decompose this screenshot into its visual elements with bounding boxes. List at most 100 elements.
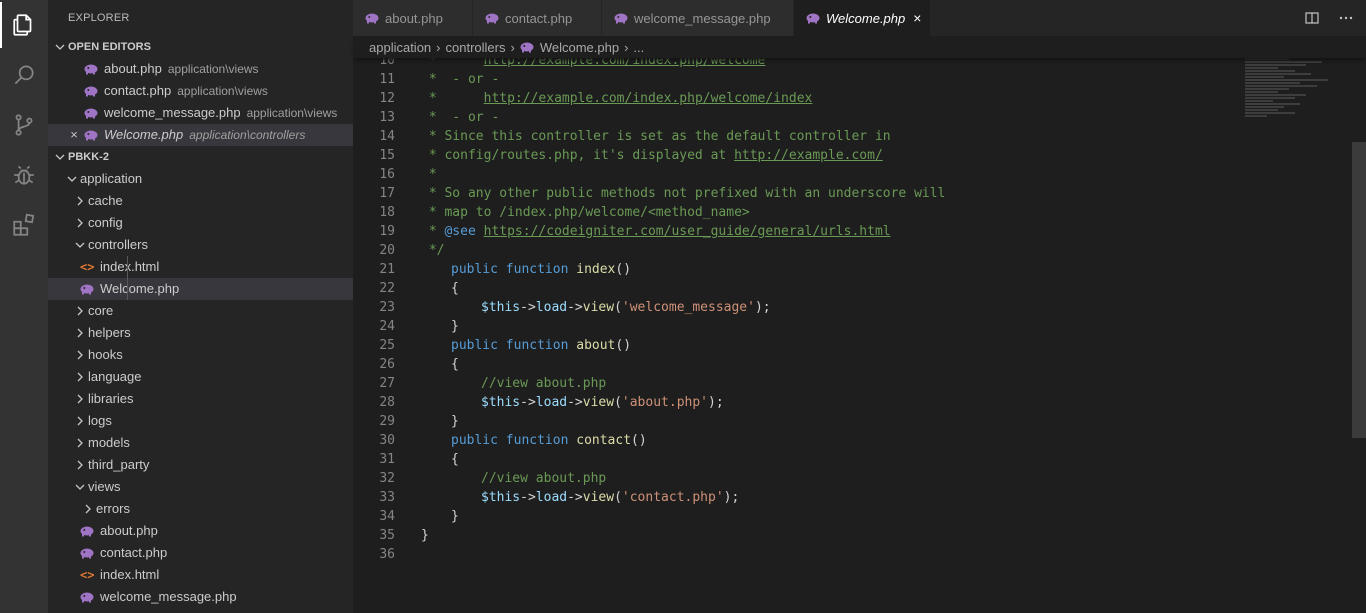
project-header[interactable]: PBKK-2	[48, 146, 353, 168]
code-lines[interactable]: 10 * http://example.com/index.php/welcom…	[353, 58, 1233, 564]
php-file-icon	[84, 64, 98, 75]
code-line: 30 public function contact()	[379, 433, 647, 448]
code-link: http://example.com/index.php/welcome	[483, 58, 766, 68]
explorer-icon[interactable]	[0, 0, 48, 50]
editor-tabs: about.php contact.php welcome_message.ph…	[353, 0, 1366, 36]
code-line: 27//view about.php	[379, 376, 607, 391]
code-line: 11 * - or -	[379, 72, 500, 87]
code-line: 13 * - or -	[379, 110, 500, 125]
folder-cache[interactable]: cache	[48, 190, 353, 212]
code-line: 21 public function index()	[379, 262, 632, 277]
file-about-php[interactable]: about.php	[48, 520, 353, 542]
chevron-down-icon	[72, 237, 88, 253]
chevron-right-icon	[72, 457, 88, 473]
folder-core[interactable]: core	[48, 300, 353, 322]
code-line: 15 * config/routes.php, it's displayed a…	[379, 148, 883, 163]
folder-third-party[interactable]: third_party	[48, 454, 353, 476]
code-line: 20 */	[379, 243, 445, 258]
php-file-icon	[80, 284, 94, 295]
chevron-down-icon	[64, 171, 80, 187]
tab-about-php[interactable]: about.php	[353, 0, 473, 36]
open-editors-header[interactable]: OPEN EDITORS	[48, 36, 353, 58]
folder-models[interactable]: models	[48, 432, 353, 454]
tab-welcome-php[interactable]: Welcome.php ×	[794, 0, 931, 36]
php-file-icon	[80, 592, 94, 603]
code-line: 18 * map to /index.php/welcome/<method_n…	[379, 205, 750, 220]
source-control-icon[interactable]	[0, 100, 48, 150]
code-link: http://example.com/	[734, 148, 883, 163]
folder-language[interactable]: language	[48, 366, 353, 388]
chevron-right-icon	[72, 435, 88, 451]
chevron-right-icon	[72, 325, 88, 341]
tab-welcome-message-php[interactable]: welcome_message.php	[602, 0, 794, 36]
chevron-down-icon	[72, 479, 88, 495]
chevron-right-icon: ›	[436, 39, 441, 55]
chevron-right-icon	[72, 303, 88, 319]
php-file-icon	[84, 108, 98, 119]
chevron-right-icon	[72, 413, 88, 429]
chevron-right-icon	[72, 193, 88, 209]
open-editor-item-active[interactable]: × Welcome.php application\controllers	[48, 124, 353, 146]
code-line: 32//view about.php	[379, 471, 607, 486]
folder-config[interactable]: config	[48, 212, 353, 234]
breadcrumb-item[interactable]: ...	[633, 40, 644, 55]
php-file-icon	[80, 548, 94, 559]
tree-indent-guide	[127, 256, 128, 300]
file-welcome-php[interactable]: Welcome.php	[48, 278, 353, 300]
code-line: 17 * So any other public methods not pre…	[379, 186, 946, 201]
extensions-icon[interactable]	[0, 200, 48, 250]
chevron-right-icon	[72, 369, 88, 385]
breadcrumb-item[interactable]: Welcome.php	[540, 40, 619, 55]
code-line: 33 $this->load->view('contact.php');	[379, 490, 740, 505]
php-file-icon	[520, 42, 534, 53]
code-line: 28 $this->load->view('about.php');	[379, 395, 724, 410]
tab-contact-php[interactable]: contact.php	[473, 0, 602, 36]
vertical-scrollbar[interactable]	[1352, 142, 1366, 438]
chevron-right-icon: ›	[510, 39, 515, 55]
split-editor-icon[interactable]	[1304, 10, 1320, 26]
breadcrumb-item[interactable]: controllers	[446, 40, 506, 55]
folder-hooks[interactable]: hooks	[48, 344, 353, 366]
file-contact-php[interactable]: contact.php	[48, 542, 353, 564]
code-line: 22{	[379, 281, 459, 296]
open-editor-item[interactable]: about.php application\views	[48, 58, 353, 80]
chevron-right-icon	[80, 501, 96, 517]
open-editor-item[interactable]: contact.php application\views	[48, 80, 353, 102]
code-link: http://example.com/index.php/welcome/ind…	[483, 91, 813, 106]
close-icon[interactable]: ×	[913, 10, 921, 26]
close-icon[interactable]: ×	[66, 124, 82, 146]
search-icon[interactable]	[0, 50, 48, 100]
folder-helpers[interactable]: helpers	[48, 322, 353, 344]
more-actions-icon[interactable]	[1338, 10, 1354, 26]
chevron-down-icon	[52, 39, 68, 55]
code-editor[interactable]: 10 * http://example.com/index.php/welcom…	[353, 58, 1366, 613]
php-file-icon	[84, 130, 98, 141]
php-file-icon	[614, 13, 628, 24]
code-line: 14 * Since this controller is set as the…	[379, 129, 891, 144]
folder-errors[interactable]: errors	[48, 498, 353, 520]
code-line: 25 public function about()	[379, 338, 632, 353]
folder-logs[interactable]: logs	[48, 410, 353, 432]
folder-controllers[interactable]: controllers	[48, 234, 353, 256]
file-index-html[interactable]: <> index.html	[48, 256, 353, 278]
php-file-icon	[84, 86, 98, 97]
folder-libraries[interactable]: libraries	[48, 388, 353, 410]
folder-application[interactable]: application	[48, 168, 353, 190]
php-file-icon	[365, 13, 379, 24]
breadcrumb-item[interactable]: application	[369, 40, 431, 55]
folder-views[interactable]: views	[48, 476, 353, 498]
minimap[interactable]	[1245, 58, 1355, 138]
chevron-down-icon	[52, 149, 68, 165]
code-link: https://codeigniter.com/user_guide/gener…	[483, 224, 891, 239]
open-editor-item[interactable]: welcome_message.php application\views	[48, 102, 353, 124]
code-line: 36	[379, 547, 395, 562]
file-welcome-message-php[interactable]: welcome_message.php	[48, 586, 353, 608]
file-views-index-html[interactable]: <> index.html	[48, 564, 353, 586]
debug-icon[interactable]	[0, 150, 48, 200]
activity-bar	[0, 0, 48, 613]
code-line: 24}	[379, 319, 459, 334]
code-line: 12 * http://example.com/index.php/welcom…	[379, 91, 813, 106]
php-file-icon	[80, 526, 94, 537]
php-file-icon	[806, 13, 820, 24]
chevron-right-icon	[72, 391, 88, 407]
